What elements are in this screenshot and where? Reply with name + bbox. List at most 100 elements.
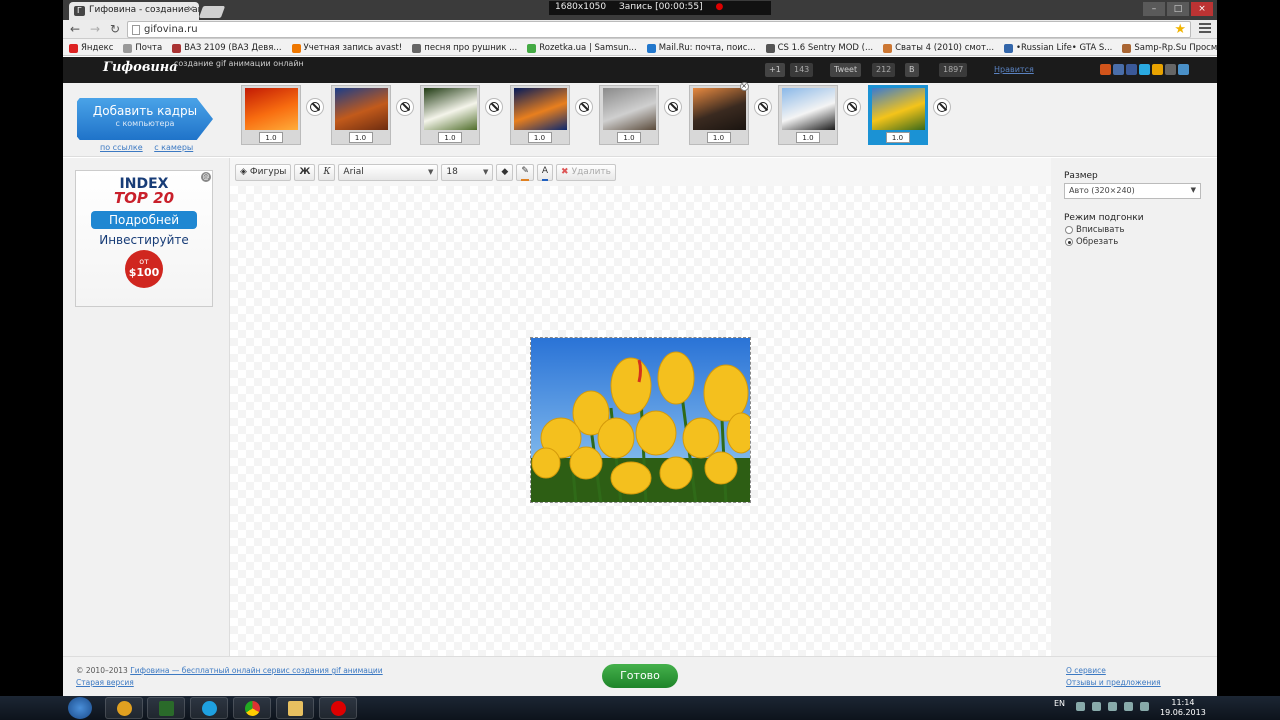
share-icon[interactable] — [1178, 64, 1189, 75]
font-size-select[interactable]: 18 ▼ — [441, 163, 494, 181]
share-icon[interactable] — [1139, 64, 1150, 75]
fit-option-crop[interactable]: Обрезать — [1065, 237, 1118, 247]
share-icon[interactable] — [1165, 64, 1176, 75]
taskbar-recorder[interactable] — [319, 697, 357, 719]
taskbar-app-2[interactable] — [147, 697, 185, 719]
from-link[interactable]: по ссылке — [100, 143, 143, 152]
frame-thumbnail[interactable]: 1.0 — [241, 85, 301, 145]
frame-thumbnail[interactable]: 1.0 — [778, 85, 838, 145]
bookmark-item[interactable]: Mail.Ru: почта, поис... — [646, 41, 756, 55]
start-button[interactable] — [68, 697, 92, 719]
chrome-menu-icon[interactable] — [1199, 23, 1211, 35]
bookmark-item[interactable]: Яндекс — [69, 41, 113, 55]
taskbar-skype[interactable] — [190, 697, 228, 719]
close-window-button[interactable]: × — [1191, 2, 1213, 16]
copyright-link[interactable]: Гифовина — бесплатный онлайн сервис созд… — [130, 666, 382, 675]
fit-option-contain[interactable]: Вписывать — [1065, 225, 1124, 235]
done-button[interactable]: Готово — [602, 664, 678, 688]
record-dot-icon[interactable]: ● — [715, 2, 723, 12]
text-color-button[interactable]: A — [536, 163, 554, 181]
bold-button[interactable]: Ж — [294, 163, 316, 181]
frame-duration-input[interactable]: 1.0 — [885, 132, 910, 143]
feedback-link[interactable]: Отзывы и предложения — [1066, 678, 1161, 687]
frame-thumbnail[interactable]: 1.0 — [867, 85, 928, 145]
browser-tab[interactable]: Г Гифовина - создание ани × — [69, 2, 199, 20]
frame-duration-input[interactable]: 1.0 — [438, 132, 462, 143]
frame-thumbnail[interactable]: 1.0 × — [688, 82, 749, 145]
reload-icon[interactable]: ↻ — [107, 22, 123, 37]
network-icon[interactable] — [1124, 702, 1133, 711]
bookmark-item[interactable]: Учетная запись avast! — [291, 41, 402, 55]
site-logo[interactable]: Гифовина — [103, 60, 178, 75]
vk-button[interactable]: В — [905, 63, 919, 77]
exclude-frame-icon[interactable] — [395, 98, 414, 116]
from-camera[interactable]: с камеры — [154, 143, 193, 152]
exclude-frame-icon[interactable] — [932, 98, 951, 116]
remove-frame-icon[interactable]: × — [739, 82, 749, 91]
frame-thumbnail[interactable]: 1.0 — [420, 85, 480, 145]
forward-arrow-icon[interactable]: → — [87, 22, 103, 37]
exclude-frame-icon[interactable] — [843, 98, 861, 116]
exclude-frame-icon[interactable] — [306, 98, 324, 116]
tweet-button[interactable]: Tweet — [830, 63, 862, 77]
frame-duration-input[interactable]: 1.0 — [617, 132, 641, 143]
language-indicator[interactable]: EN — [1054, 699, 1065, 708]
frame-thumbnail[interactable]: 1.0 — [599, 85, 659, 145]
new-tab-button[interactable] — [198, 6, 226, 18]
minimize-button[interactable]: – — [1143, 2, 1165, 16]
bookmark-item[interactable]: ВАЗ 2109 (ВАЗ Девя... — [172, 41, 282, 55]
frame-duration-input[interactable]: 1.0 — [348, 132, 373, 143]
share-icon[interactable] — [1113, 64, 1124, 75]
address-bar[interactable]: gifovina.ru ★ — [127, 21, 1191, 38]
stroke-color-button[interactable]: ✎ — [516, 163, 534, 181]
flag-icon[interactable] — [1108, 702, 1117, 711]
tray-icon[interactable] — [1092, 702, 1101, 711]
bookmark-item[interactable]: песня про рушник ... — [412, 41, 517, 55]
tray-icon[interactable] — [1076, 702, 1085, 711]
volume-icon[interactable] — [1140, 702, 1149, 711]
about-link[interactable]: О сервисе — [1066, 666, 1106, 675]
ad-more-button[interactable]: Подробней — [91, 211, 197, 229]
add-frames-button[interactable]: Добавить кадры с компьютера — [77, 98, 213, 140]
bookmark-item[interactable]: Почта — [123, 41, 162, 55]
exclude-frame-icon[interactable] — [574, 98, 593, 116]
bookmark-item[interactable]: Сваты 4 (2010) смот... — [883, 41, 994, 55]
bookmark-item[interactable]: CS 1.6 Sentry MOD (... — [765, 41, 873, 55]
delete-button[interactable]: ✖ Удалить — [556, 163, 616, 181]
exclude-frame-icon[interactable] — [664, 98, 682, 116]
share-icon[interactable] — [1100, 64, 1111, 75]
like-link[interactable]: Нравится — [994, 65, 1034, 74]
taskbar-app-1[interactable] — [105, 697, 143, 719]
editor-canvas[interactable] — [230, 186, 1052, 656]
exclude-frame-icon[interactable] — [753, 98, 772, 116]
bookmark-star-icon[interactable]: ★ — [1174, 22, 1186, 37]
shapes-button[interactable]: ◈ Фигуры — [235, 163, 292, 181]
exclude-frame-icon[interactable] — [485, 98, 503, 116]
size-select[interactable]: Авто (320×240) ▼ — [1064, 183, 1201, 199]
frame-duration-input[interactable]: 1.0 — [527, 132, 552, 143]
ad-banner[interactable]: @ INDEX TOP 20 Подробней Инвестируйте от… — [75, 170, 213, 307]
bookmark-item[interactable]: •Russian Life• GTA S... — [1004, 41, 1112, 55]
old-version-link[interactable]: Старая версия — [76, 678, 134, 687]
frame-thumbnail[interactable]: 1.0 — [330, 85, 391, 145]
back-arrow-icon[interactable]: ← — [67, 22, 83, 37]
maximize-button[interactable]: □ — [1167, 2, 1189, 16]
frame-duration-input[interactable]: 1.0 — [259, 132, 283, 143]
ad-info-icon[interactable]: @ — [201, 172, 211, 182]
clock[interactable]: 11:14 19.06.2013 — [1160, 698, 1206, 718]
canvas-frame-image[interactable] — [530, 337, 751, 503]
share-icon[interactable] — [1152, 64, 1163, 75]
italic-button[interactable]: К — [318, 163, 336, 181]
tab-close-icon[interactable]: × — [187, 4, 195, 15]
bookmark-item[interactable]: Rozetka.ua | Samsun... — [527, 41, 637, 55]
bookmark-item[interactable]: Samp-Rp.Su Просм... — [1122, 41, 1217, 55]
gplus-button[interactable]: +1 — [765, 63, 785, 77]
fill-color-button[interactable]: ◆ — [496, 163, 514, 181]
font-select[interactable]: Arial ▼ — [338, 163, 439, 181]
frame-duration-input[interactable]: 1.0 — [796, 132, 820, 143]
taskbar-chrome[interactable] — [233, 697, 271, 719]
frame-duration-input[interactable]: 1.0 — [706, 132, 731, 143]
share-icon[interactable] — [1126, 64, 1137, 75]
frame-thumbnail[interactable]: 1.0 — [509, 85, 570, 145]
taskbar-explorer[interactable] — [276, 697, 314, 719]
